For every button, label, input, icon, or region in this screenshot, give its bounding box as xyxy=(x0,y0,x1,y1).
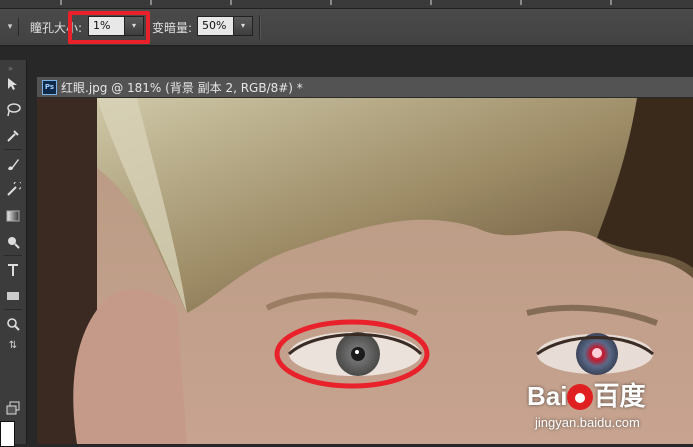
darken-amount-value: 50% xyxy=(202,19,227,32)
darken-amount-select[interactable]: 50% ▾ xyxy=(197,16,253,36)
image-canvas[interactable]: Bai 百度 jingyan.baidu.com xyxy=(37,98,693,444)
zoom-icon[interactable] xyxy=(3,314,23,334)
baidu-logo-suffix: 百度 xyxy=(593,381,646,411)
dodge-icon[interactable] xyxy=(3,232,23,252)
darken-amount-label: 变暗量: xyxy=(152,21,193,35)
eyedropper-icon[interactable] xyxy=(3,126,23,146)
history-brush-icon[interactable] xyxy=(3,180,23,200)
menu-strip xyxy=(0,0,693,9)
lasso-icon[interactable] xyxy=(3,100,23,120)
document-title: 红眼.jpg @ 181% (背景 副本 2, RGB/8#) * xyxy=(61,81,303,95)
screen-mode-icon[interactable] xyxy=(3,398,23,418)
document-tab[interactable]: Ps 红眼.jpg @ 181% (背景 副本 2, RGB/8#) * xyxy=(37,77,693,98)
tool-preset-picker[interactable]: ▾ xyxy=(2,18,19,36)
separator xyxy=(259,15,261,39)
brush-icon[interactable] xyxy=(3,154,23,174)
baidu-logo-text: Bai xyxy=(527,381,568,411)
swap-colors-icon[interactable]: ⇅ xyxy=(3,336,23,356)
chevron-down-icon[interactable]: ▾ xyxy=(233,17,252,35)
gradient-icon[interactable] xyxy=(3,206,23,226)
move-icon[interactable] xyxy=(3,74,23,94)
tools-panel: » ⇅ xyxy=(0,60,27,447)
paw-icon xyxy=(567,384,594,410)
watermark-url: jingyan.baidu.com xyxy=(535,415,640,430)
type-icon[interactable] xyxy=(3,260,23,280)
panel-grip-icon[interactable]: » xyxy=(8,64,14,73)
foreground-color[interactable] xyxy=(0,421,15,447)
rectangle-icon[interactable] xyxy=(3,286,23,306)
annotation-highlight-box xyxy=(68,11,150,44)
photoshop-file-icon: Ps xyxy=(42,80,57,95)
baidu-watermark: Bai 百度 jingyan.baidu.com xyxy=(527,376,645,430)
